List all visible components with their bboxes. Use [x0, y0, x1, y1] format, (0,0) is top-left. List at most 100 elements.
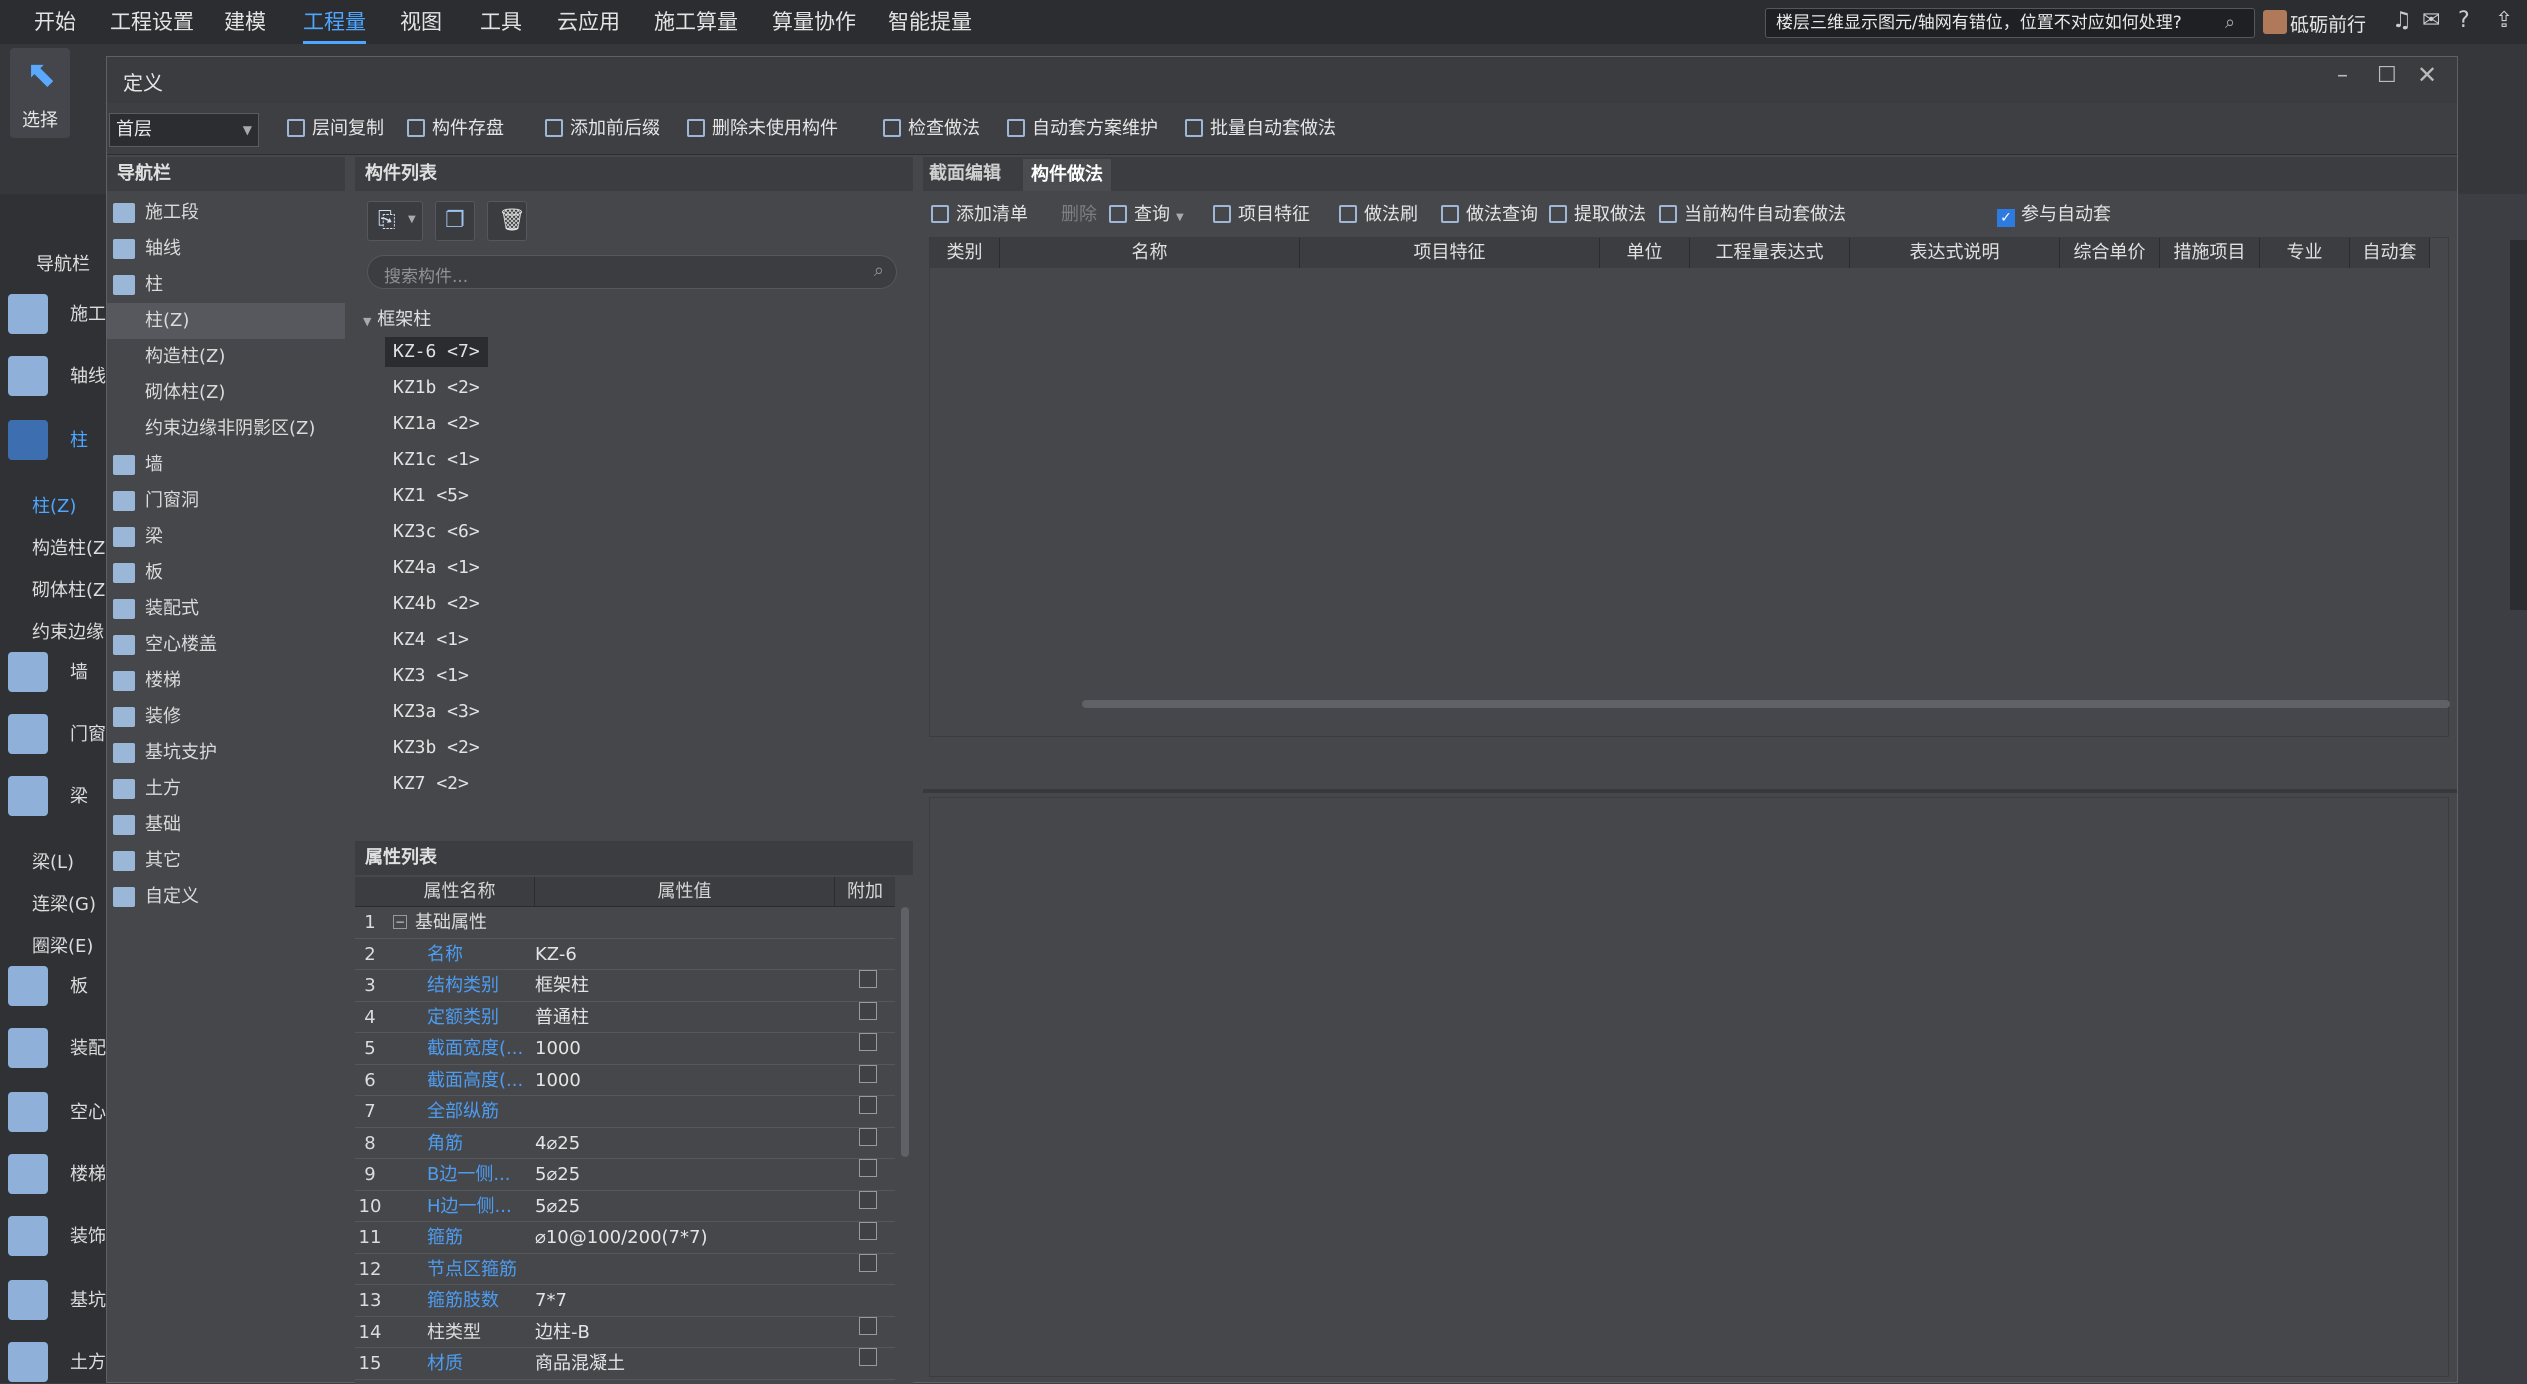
headset-icon[interactable]: ♫ — [2392, 8, 2412, 33]
sidebar-item-7[interactable]: 装配 — [70, 1034, 106, 1060]
method-toolbar-button-0[interactable]: 添加清单 — [931, 201, 1028, 229]
help-icon[interactable]: ? — [2458, 8, 2470, 33]
column-header-9[interactable]: 自动套 — [2350, 238, 2430, 268]
nav-item-12[interactable]: 空心楼盖 — [107, 627, 345, 663]
component-item[interactable]: KZ-6 <7> — [385, 337, 488, 367]
menu-item-5[interactable]: 工具 — [480, 0, 522, 44]
nav-item-3[interactable]: 柱(Z) — [107, 303, 345, 339]
component-search-input[interactable]: 搜索构件... ⌕ — [367, 255, 897, 289]
property-row[interactable]: 6 截面高度(... 1000 — [355, 1064, 895, 1096]
select-tool-button[interactable]: ⬉ 选择 — [10, 48, 70, 138]
column-icon[interactable] — [8, 420, 48, 460]
component-item[interactable]: KZ1a <2> — [385, 409, 488, 439]
nav-item-16[interactable]: 土方 — [107, 771, 345, 807]
component-item[interactable]: KZ3a <3> — [385, 697, 488, 727]
search-icon[interactable]: ⌕ — [2225, 12, 2235, 33]
component-item[interactable]: KZ1 <5> — [385, 481, 477, 511]
property-row[interactable]: 8 角筋 4⌀25 — [355, 1127, 895, 1159]
method-toolbar-button-8[interactable]: ✓ 参与自动套 — [1997, 201, 2111, 229]
method-toolbar-button-2[interactable]: 查询 ▼ — [1109, 201, 1184, 229]
nav-item-15[interactable]: 基坑支护 — [107, 735, 345, 771]
property-value[interactable]: 4⌀25 — [535, 1128, 835, 1159]
sidebar-item-12[interactable]: 土方 — [70, 1348, 106, 1374]
component-group[interactable]: ▼ 框架柱 — [363, 305, 431, 331]
menu-item-6[interactable]: 云应用 — [557, 0, 620, 44]
nav-item-0[interactable]: 施工段 — [107, 195, 345, 231]
sidebar-subitem-5[interactable]: 连梁(G) — [32, 890, 96, 916]
door-icon[interactable] — [8, 714, 48, 754]
beam-icon[interactable] — [8, 776, 48, 816]
menu-item-8[interactable]: 算量协作 — [772, 0, 856, 44]
property-extra-checkbox[interactable] — [859, 1096, 877, 1114]
axis-icon[interactable] — [8, 356, 48, 396]
horizontal-scrollbar[interactable] — [1082, 700, 2450, 708]
copy-component-button[interactable]: ❐ — [435, 201, 475, 241]
sidebar-subitem-1[interactable]: 构造柱(Z — [32, 534, 105, 560]
column-header-8[interactable]: 专业 — [2260, 238, 2350, 268]
property-row[interactable]: 1 − 基础属性 — [355, 907, 895, 939]
pit-icon[interactable] — [8, 1280, 48, 1320]
component-item[interactable]: KZ4a <1> — [385, 553, 488, 583]
property-value[interactable]: 7*7 — [535, 1285, 835, 1316]
user-name[interactable]: 砥砺前行 — [2290, 10, 2366, 37]
sidebar-item-5[interactable]: 梁 — [70, 782, 88, 808]
sidebar-item-3[interactable]: 墙 — [70, 658, 88, 684]
property-value[interactable]: 1000 — [535, 1033, 835, 1064]
nav-item-5[interactable]: 砌体柱(Z) — [107, 375, 345, 411]
property-row[interactable]: 12 节点区箍筋 — [355, 1253, 895, 1285]
component-item[interactable]: KZ4 <1> — [385, 625, 477, 655]
sidebar-item-0[interactable]: 施工 — [70, 300, 106, 326]
property-value[interactable]: 5⌀25 — [535, 1191, 835, 1222]
component-item[interactable]: KZ3c <6> — [385, 517, 488, 547]
property-row[interactable]: 10 H边一侧... 5⌀25 — [355, 1190, 895, 1222]
sidebar-item-10[interactable]: 装饰 — [70, 1222, 106, 1248]
menu-item-0[interactable]: 开始 — [34, 0, 76, 44]
component-item[interactable]: KZ1c <1> — [385, 445, 488, 475]
menu-item-3[interactable]: 工程量 — [303, 0, 366, 44]
property-value[interactable]: 边柱-B — [535, 1317, 835, 1348]
method-toolbar-button-5[interactable]: 做法查询 — [1441, 201, 1538, 229]
column-header-6[interactable]: 综合单价 — [2060, 238, 2160, 268]
method-toolbar-button-6[interactable]: 提取做法 — [1549, 201, 1646, 229]
collapse-box-icon[interactable]: − — [393, 915, 407, 929]
close-icon[interactable]: ✕ — [2417, 61, 2437, 89]
component-item[interactable]: KZ3b <2> — [385, 733, 488, 763]
nav-item-19[interactable]: 自定义 — [107, 879, 345, 915]
new-component-button[interactable]: ⎘ ▼ — [367, 201, 423, 241]
column-header-3[interactable]: 单位 — [1600, 238, 1690, 268]
sidebar-subitem-2[interactable]: 砌体柱(Z — [32, 576, 105, 602]
nav-item-4[interactable]: 构造柱(Z) — [107, 339, 345, 375]
method-toolbar-button-7[interactable]: 当前构件自动套做法 — [1659, 201, 1846, 229]
property-row[interactable]: 9 B边一侧... 5⌀25 — [355, 1159, 895, 1191]
column-header-4[interactable]: 工程量表达式 — [1690, 238, 1850, 268]
construction-icon[interactable] — [8, 294, 48, 334]
avatar[interactable] — [2263, 10, 2287, 34]
splitter[interactable] — [923, 789, 2457, 793]
sidebar-item-11[interactable]: 基坑 — [70, 1286, 106, 1312]
prefab-icon[interactable] — [8, 1028, 48, 1068]
toolbar-button-1[interactable]: 构件存盘 — [407, 115, 504, 143]
property-row[interactable]: 14 柱类型 边柱-B — [355, 1316, 895, 1348]
property-row[interactable]: 3 结构类别 框架柱 — [355, 970, 895, 1002]
property-extra-checkbox[interactable] — [859, 970, 877, 988]
menu-item-9[interactable]: 智能提量 — [888, 0, 972, 44]
nav-item-2[interactable]: 柱 — [107, 267, 345, 303]
nav-item-17[interactable]: 基础 — [107, 807, 345, 843]
toolbar-button-5[interactable]: 自动套方案维护 — [1007, 115, 1158, 143]
menu-item-2[interactable]: 建模 — [224, 0, 266, 44]
column-header-2[interactable]: 项目特征 — [1300, 238, 1600, 268]
method-toolbar-button-1[interactable]: 删除 — [1061, 201, 1097, 229]
column-header-1[interactable]: 名称 — [1000, 238, 1300, 268]
nav-item-14[interactable]: 装修 — [107, 699, 345, 735]
component-item[interactable]: KZ7 <2> — [385, 769, 477, 799]
toolbar-button-0[interactable]: 层间复制 — [287, 115, 384, 143]
chat-icon[interactable]: ✉ — [2422, 8, 2440, 33]
property-row[interactable]: 5 截面宽度(... 1000 — [355, 1033, 895, 1065]
sidebar-item-1[interactable]: 轴线 — [70, 362, 106, 388]
auto-apply-checkbox[interactable]: ✓ — [1997, 209, 2015, 227]
property-extra-checkbox[interactable] — [859, 1316, 877, 1335]
component-item[interactable]: KZ4b <2> — [385, 589, 488, 619]
property-extra-checkbox[interactable] — [859, 1190, 877, 1209]
column-header-0[interactable]: 类别 — [930, 238, 1000, 268]
column-header-5[interactable]: 表达式说明 — [1850, 238, 2060, 268]
